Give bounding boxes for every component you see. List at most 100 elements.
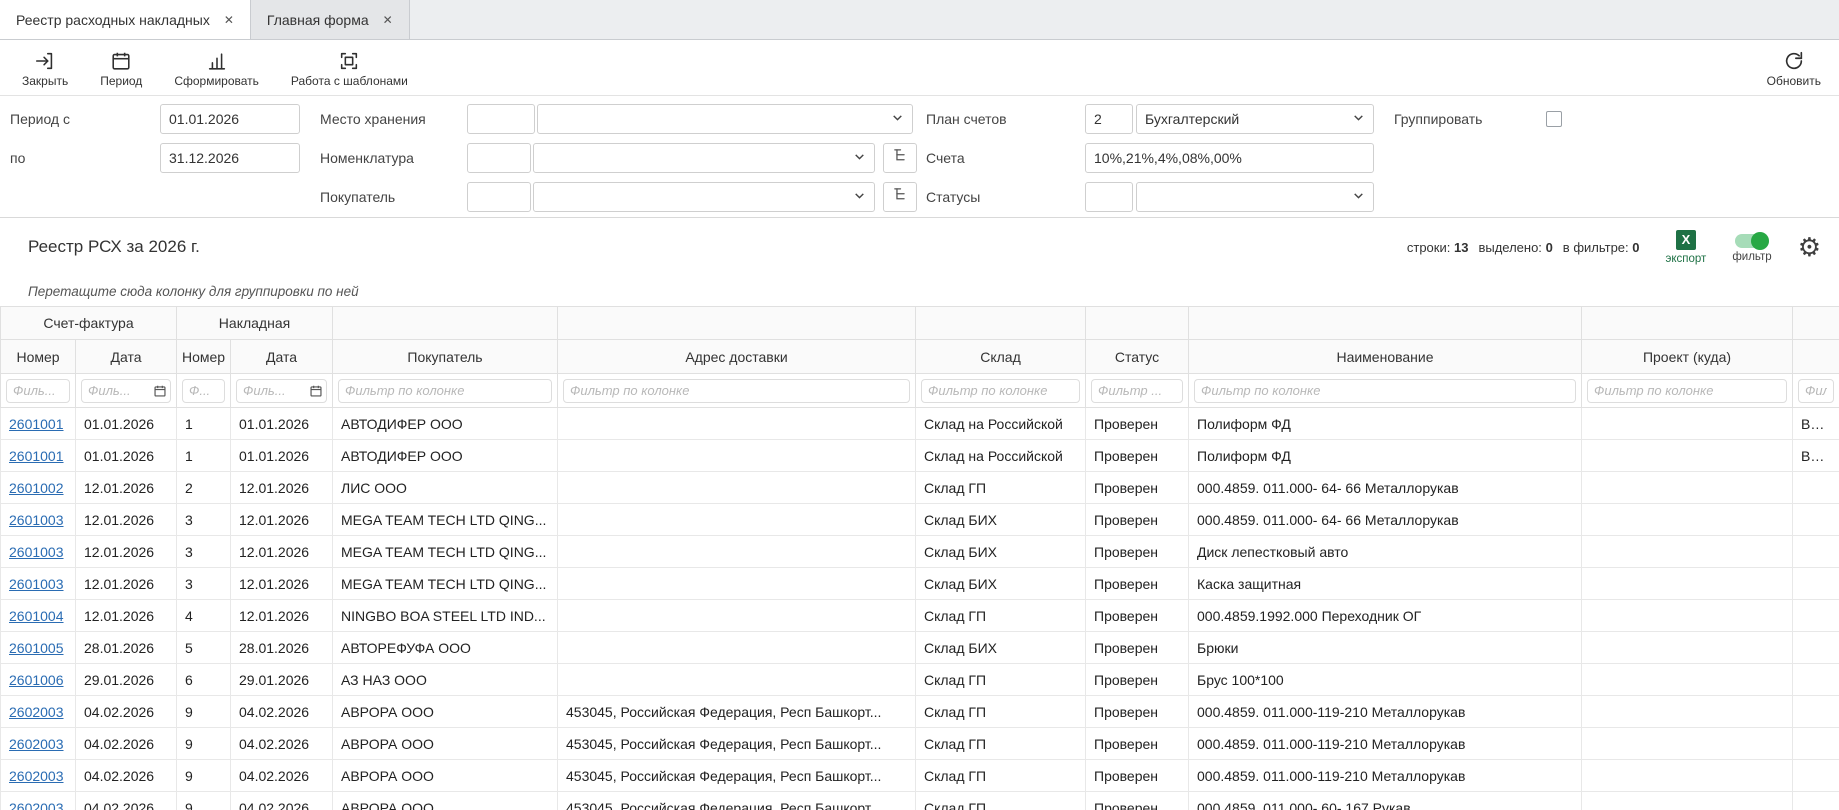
filter-name[interactable]: [1194, 379, 1576, 403]
table-row[interactable]: 260200304.02.2026904.02.2026АВРОРА ООО45…: [1, 728, 1839, 760]
calendar-icon[interactable]: [309, 384, 323, 403]
tab-main-form[interactable]: Главная форма ✕: [251, 0, 410, 39]
selected-count: 0: [1546, 240, 1553, 255]
table-row[interactable]: 260100101.01.2026101.01.2026АВТОДИФЕР ОО…: [1, 408, 1839, 440]
nomenclature-tree-button[interactable]: [883, 143, 917, 173]
table-row[interactable]: 260100101.01.2026101.01.2026АВТОДИФЕР ОО…: [1, 440, 1839, 472]
invoice-number-link[interactable]: 2602003: [9, 800, 64, 810]
tab-close-icon[interactable]: ✕: [224, 13, 234, 27]
table-cell: 9: [177, 760, 231, 792]
filtered-count: 0: [1632, 240, 1639, 255]
invoice-number-link[interactable]: 2601005: [9, 640, 64, 656]
table-row[interactable]: 260100528.01.2026528.01.2026АВТОРЕФУФА О…: [1, 632, 1839, 664]
table-row[interactable]: 260100312.01.2026312.01.2026MEGA TEAM TE…: [1, 536, 1839, 568]
cell-invoice-number: 2601006: [1, 664, 76, 696]
filter-delivery-address[interactable]: [563, 379, 910, 403]
table-row[interactable]: 260100212.01.2026212.01.2026ЛИС ОООСклад…: [1, 472, 1839, 504]
table-row[interactable]: 260100629.01.2026629.01.2026АЗ НАЗ ОООСк…: [1, 664, 1839, 696]
nomenclature-select[interactable]: [533, 143, 875, 173]
table-cell: 453045, Российская Федерация, Респ Башко…: [558, 792, 916, 810]
invoice-number-link[interactable]: 2601003: [9, 576, 64, 592]
filter-toggle-block[interactable]: фильтр: [1732, 231, 1771, 263]
table-cell: 28.01.2026: [231, 632, 333, 664]
invoice-number-link[interactable]: 2602003: [9, 704, 64, 720]
export-button[interactable]: X экспорт: [1666, 230, 1707, 265]
nomenclature-code-input[interactable]: [467, 143, 531, 173]
filter-buyer[interactable]: [338, 379, 552, 403]
period-to-input[interactable]: [160, 143, 300, 173]
col-waybill-date[interactable]: Дата: [231, 340, 333, 374]
statuses-code-input[interactable]: [1085, 182, 1133, 212]
gear-icon[interactable]: ⚙: [1798, 234, 1821, 260]
table-cell: 01.01.2026: [76, 408, 177, 440]
col-warehouse[interactable]: Склад: [916, 340, 1086, 374]
filter-toggle[interactable]: [1735, 234, 1769, 248]
filter-warehouse[interactable]: [921, 379, 1080, 403]
buyer-tree-button[interactable]: [883, 182, 917, 212]
grid-stats: строки: 13 выделено: 0 в фильтре: 0: [1407, 240, 1640, 255]
col-delivery-address[interactable]: Адрес доставки: [558, 340, 916, 374]
table-row[interactable]: 260200304.02.2026904.02.2026АВРОРА ООО45…: [1, 792, 1839, 810]
col-buyer[interactable]: Покупатель: [333, 340, 558, 374]
buyer-select[interactable]: [533, 182, 875, 212]
cell-invoice-number: 2601001: [1, 440, 76, 472]
table-cell: 1: [177, 440, 231, 472]
storage-select[interactable]: [537, 104, 913, 134]
storage-code-input[interactable]: [467, 104, 535, 134]
table-row[interactable]: 260200304.02.2026904.02.2026АВРОРА ООО45…: [1, 760, 1839, 792]
col-invoice-date[interactable]: Дата: [76, 340, 177, 374]
statuses-select[interactable]: [1136, 182, 1374, 212]
period-button[interactable]: Период: [100, 48, 142, 88]
period-from-input[interactable]: [160, 104, 300, 134]
filter-invoice-number[interactable]: [6, 379, 70, 403]
invoice-number-link[interactable]: 2601001: [9, 416, 64, 432]
invoice-number-link[interactable]: 2601006: [9, 672, 64, 688]
templates-button[interactable]: Работа с шаблонами: [291, 48, 408, 88]
col-status[interactable]: Статус: [1086, 340, 1189, 374]
plan-code-input[interactable]: [1085, 104, 1133, 134]
accounts-input[interactable]: [1085, 143, 1374, 173]
table-cell: 01.01.2026: [231, 408, 333, 440]
generate-button[interactable]: Сформировать: [174, 48, 259, 88]
hierarchy-icon: [892, 147, 909, 169]
table-cell: 12.01.2026: [76, 504, 177, 536]
col-name[interactable]: Наименование: [1189, 340, 1582, 374]
tab-close-icon[interactable]: ✕: [383, 13, 393, 27]
calendar-icon[interactable]: [153, 384, 167, 403]
table-cell: [558, 632, 916, 664]
table-cell: [1582, 504, 1793, 536]
table-row[interactable]: 260100312.01.2026312.01.2026MEGA TEAM TE…: [1, 568, 1839, 600]
table-cell: Склад на Российской: [916, 408, 1086, 440]
col-project[interactable]: Проект (куда): [1582, 340, 1793, 374]
filter-extra[interactable]: [1798, 379, 1834, 403]
group-checkbox[interactable]: [1546, 111, 1562, 127]
table-cell: 000.4859. 011.000-119-210 Металлорукав: [1189, 760, 1582, 792]
invoice-number-link[interactable]: 2602003: [9, 736, 64, 752]
invoice-number-link[interactable]: 2601001: [9, 448, 64, 464]
invoice-number-link[interactable]: 2601003: [9, 544, 64, 560]
tab-registry[interactable]: Реестр расходных накладных ✕: [0, 0, 251, 39]
table-cell: [1582, 568, 1793, 600]
col-invoice-number[interactable]: Номер: [1, 340, 76, 374]
col-extra[interactable]: [1793, 340, 1839, 374]
invoice-number-link[interactable]: 2602003: [9, 768, 64, 784]
refresh-button[interactable]: Обновить: [1767, 48, 1821, 88]
filter-project[interactable]: [1587, 379, 1787, 403]
invoice-number-link[interactable]: 2601004: [9, 608, 64, 624]
table-cell: 4: [177, 600, 231, 632]
table-row[interactable]: 260200304.02.2026904.02.2026АВРОРА ООО45…: [1, 696, 1839, 728]
table-cell: Проверен: [1086, 504, 1189, 536]
invoice-number-link[interactable]: 2601003: [9, 512, 64, 528]
table-row[interactable]: 260100312.01.2026312.01.2026MEGA TEAM TE…: [1, 504, 1839, 536]
col-waybill-number[interactable]: Номер: [177, 340, 231, 374]
close-button[interactable]: Закрыть: [22, 48, 68, 88]
filter-status[interactable]: [1091, 379, 1183, 403]
table-row[interactable]: 260100412.01.2026412.01.2026NINGBO BOA S…: [1, 600, 1839, 632]
invoice-number-link[interactable]: 2601002: [9, 480, 64, 496]
report-title: Реестр РСХ за 2026 г.: [28, 237, 1407, 257]
buyer-code-input[interactable]: [467, 182, 531, 212]
plan-select[interactable]: Бухгалтерский: [1136, 104, 1374, 134]
refresh-icon: [1783, 48, 1805, 72]
plan-select-value: Бухгалтерский: [1145, 111, 1239, 127]
filter-waybill-number[interactable]: [182, 379, 225, 403]
